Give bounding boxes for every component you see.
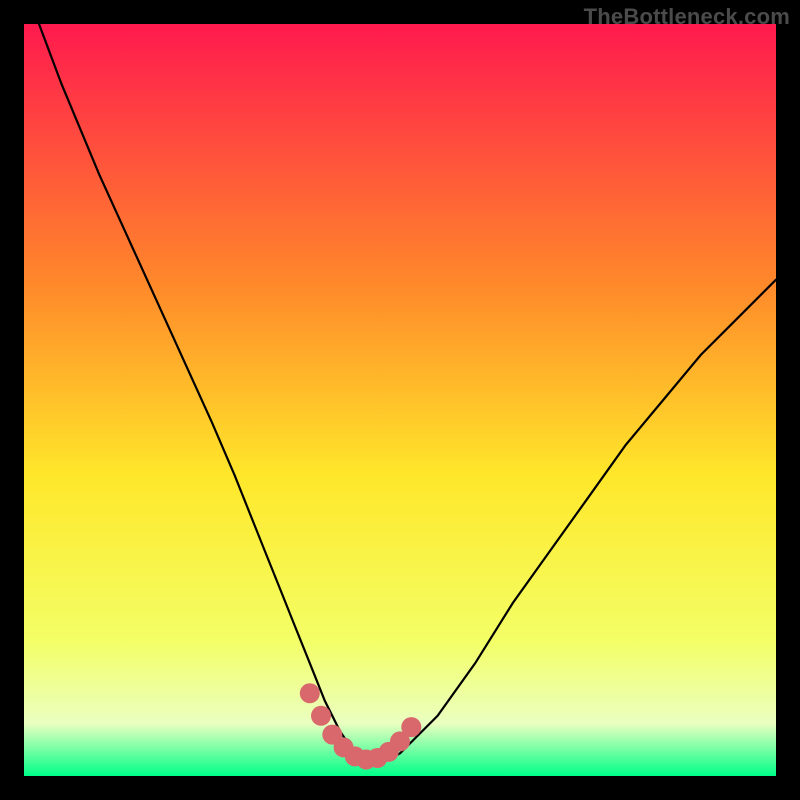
bottom-marker — [401, 717, 421, 737]
chart-svg — [24, 24, 776, 776]
bottom-marker — [300, 683, 320, 703]
outer-black-frame: TheBottleneck.com — [0, 0, 800, 800]
plot-area — [24, 24, 776, 776]
bottom-marker — [311, 706, 331, 726]
